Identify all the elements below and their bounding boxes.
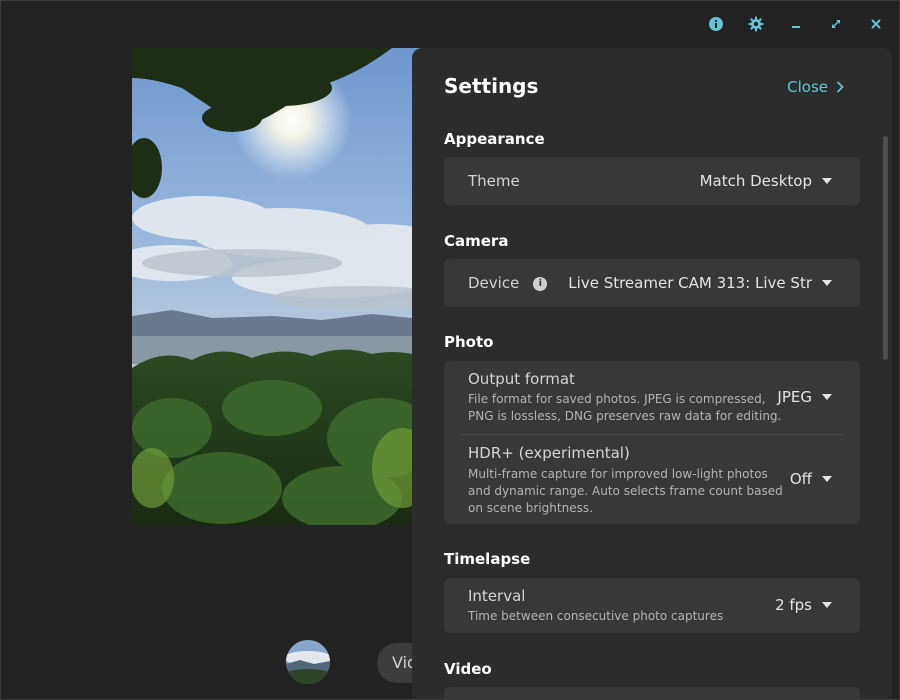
section-camera: Camera (444, 232, 509, 250)
camera-card: Device i Live Streamer CAM 313: Live Str (444, 259, 860, 307)
close-label: Close (787, 78, 828, 96)
theme-row: Theme Match Desktop (444, 157, 860, 205)
device-row: Device i Live Streamer CAM 313: Live Str (444, 259, 860, 307)
chevron-down-icon (822, 280, 832, 286)
interval-value: 2 fps (775, 596, 812, 614)
gear-icon (748, 16, 764, 32)
close-settings-button[interactable]: Close (787, 78, 844, 96)
interval-label: Interval (468, 587, 526, 605)
hdr-desc-3: on scene brightness. (468, 501, 593, 515)
maximize-icon (832, 20, 840, 28)
chevron-down-icon (822, 178, 832, 184)
interval-desc: Time between consecutive photo captures (468, 609, 724, 623)
theme-value: Match Desktop (699, 172, 812, 190)
interval-dropdown[interactable]: 2 fps (775, 596, 832, 614)
hdr-dropdown[interactable]: Off (790, 470, 832, 488)
output-format-desc-1: File format for saved photos. JPEG is co… (468, 392, 766, 406)
minimize-button[interactable] (784, 12, 808, 36)
info-icon (709, 17, 723, 31)
camera-preview (132, 48, 432, 525)
section-photo: Photo (444, 333, 494, 351)
chevron-down-icon (822, 602, 832, 608)
info-icon[interactable]: i (533, 276, 548, 291)
chevron-right-icon (836, 81, 844, 93)
info-button[interactable] (704, 12, 728, 36)
interval-row: Interval Time between consecutive photo … (444, 578, 860, 633)
output-format-row: Output format File format for saved phot… (444, 361, 860, 434)
output-format-dropdown[interactable]: JPEG (777, 388, 832, 406)
titlebar (0, 0, 900, 48)
chevron-down-icon (822, 476, 832, 482)
settings-button[interactable] (744, 12, 768, 36)
settings-panel: Settings Close Appearance Theme Match De… (412, 48, 892, 700)
close-icon (871, 19, 881, 29)
video-card (444, 687, 860, 700)
appearance-card: Theme Match Desktop (444, 157, 860, 205)
hdr-value: Off (789, 470, 812, 488)
section-video: Video (444, 660, 492, 678)
hdr-desc-1: Multi-frame capture for improved low-lig… (468, 467, 768, 481)
section-timelapse: Timelapse (444, 550, 531, 568)
output-format-desc-2: PNG is lossless, DNG preserves raw data … (468, 409, 782, 423)
hdr-label: HDR+ (experimental) (468, 444, 630, 462)
hdr-row: HDR+ (experimental) Multi-frame capture … (444, 435, 860, 524)
chevron-down-icon (822, 394, 832, 400)
output-format-value: JPEG (777, 388, 812, 406)
device-label-wrap: Device i (468, 274, 548, 292)
hdr-desc-2: and dynamic range. Auto selects frame co… (468, 484, 783, 498)
theme-dropdown[interactable]: Match Desktop (700, 172, 832, 190)
output-format-label: Output format (468, 370, 575, 388)
maximize-button[interactable] (824, 12, 848, 36)
theme-label: Theme (468, 172, 520, 190)
timelapse-card: Interval Time between consecutive photo … (444, 578, 860, 633)
last-capture-thumbnail[interactable] (286, 640, 330, 684)
settings-scrollbar[interactable] (883, 136, 888, 360)
minimize-icon (792, 26, 800, 28)
settings-title: Settings (444, 74, 539, 98)
device-label: Device (468, 274, 520, 292)
device-value: Live Streamer CAM 313: Live Str (568, 274, 812, 292)
close-window-button[interactable] (864, 12, 888, 36)
photo-card: Output format File format for saved phot… (444, 361, 860, 524)
section-appearance: Appearance (444, 130, 545, 148)
device-dropdown[interactable]: Live Streamer CAM 313: Live Str (568, 274, 832, 292)
